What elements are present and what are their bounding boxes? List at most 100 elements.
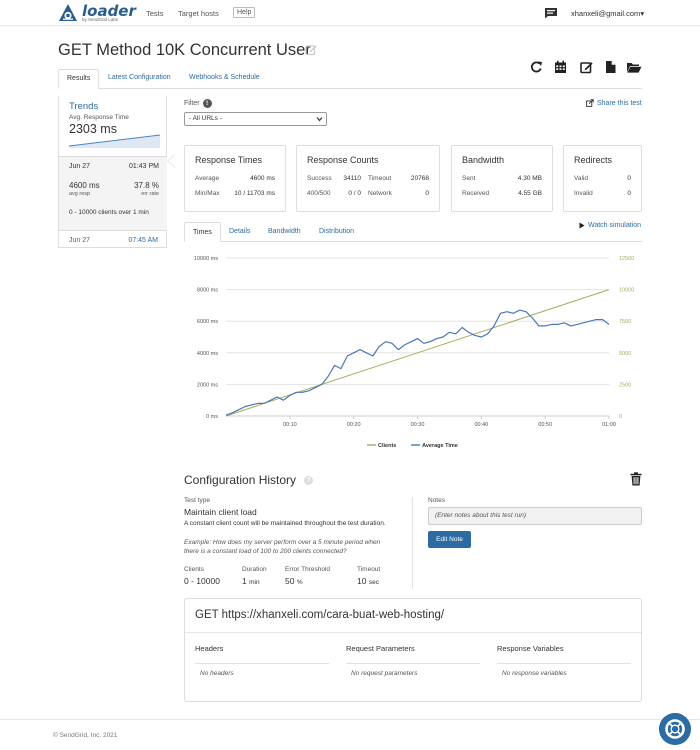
response-vars-divider — [497, 663, 631, 664]
config-help-icon[interactable]: ? — [304, 475, 314, 485]
share-test-label: Share this test — [597, 99, 642, 107]
chat-icon[interactable] — [544, 7, 558, 19]
card-label: Success — [307, 175, 332, 182]
card-value: 4600 ms — [250, 175, 275, 182]
notes-input[interactable]: (Enter notes about this test run) — [428, 507, 642, 525]
response-counts-card: Response Counts Success 34110 Timeout 20… — [296, 145, 440, 212]
play-icon — [579, 222, 585, 229]
card-value: 0 — [627, 175, 631, 182]
trends-panel: Trends Avg. Response Time 2303 ms Jun 27… — [58, 96, 167, 248]
edit-note-button[interactable]: Edit Note — [428, 531, 471, 548]
test-type-description: A constant client count will be maintain… — [184, 520, 386, 527]
brand-logo[interactable]: loader by SendGrid Labs — [58, 3, 136, 23]
card-title: Bandwidth — [462, 155, 505, 165]
y-left-tick-label: 6000 ms — [197, 319, 218, 325]
stat-unit: % — [296, 579, 303, 586]
stat-unit: sec — [368, 579, 379, 586]
y-left-tick-label: 8000 ms — [197, 288, 218, 294]
top-navbar: loader by SendGrid Labs Tests Target hos… — [0, 0, 700, 26]
footer-copyright: © SendGrid, Inc. 2021 — [53, 732, 118, 739]
card-label: 400/500 — [307, 190, 331, 197]
filter-label: Filter ! — [184, 99, 212, 108]
run-err-rate-label: err rate — [141, 191, 159, 197]
run-err-rate: 37.8 % — [134, 181, 159, 190]
stat-value: 50 % — [285, 576, 303, 586]
card-label: Received — [462, 190, 490, 197]
response-vars-title: Response Variables — [497, 644, 564, 653]
share-test-link[interactable]: Share this test — [586, 99, 642, 107]
test-run-card[interactable]: Jun 27 01:43 PM 4600 ms avg resp 37.8 % … — [59, 156, 167, 231]
user-menu[interactable]: xhanxeli@gmail.com▾ — [571, 9, 644, 18]
nav-tests-link[interactable]: Tests — [146, 9, 164, 18]
card-label: Timeout — [368, 175, 392, 182]
nav-help-button[interactable]: Help — [233, 7, 256, 18]
run-time-link[interactable]: 07:45 AM — [128, 237, 158, 244]
tab-times[interactable]: Times — [184, 222, 221, 242]
request-params-empty: No request parameters — [351, 670, 418, 677]
card-value: 4.55 GB — [518, 190, 542, 197]
response-vars-empty: No response variables — [502, 670, 567, 677]
user-email: xhanxeli@gmail.com — [571, 9, 641, 18]
tab-bandwidth[interactable]: Bandwidth — [260, 222, 309, 242]
response-time-chart: 10000 ms 8000 ms 6000 ms 4000 ms 2000 ms 0 ms… — [194, 256, 634, 449]
tab-webhooks-schedule[interactable]: Webhooks & Schedule — [181, 69, 268, 89]
footer: © SendGrid, Inc. 2021 — [0, 719, 700, 750]
legend-label: Clients — [378, 443, 396, 449]
stat-number: 50 — [285, 576, 295, 586]
y-right-tick-label: 7500 — [619, 319, 631, 325]
share-icon — [586, 99, 594, 107]
y-left-tick-label: 2000 ms — [197, 382, 218, 388]
tab-latest-configuration[interactable]: Latest Configuration — [100, 69, 179, 89]
y-left-tick-label: 10000 ms — [194, 256, 218, 262]
tab-results[interactable]: Results — [58, 69, 100, 89]
card-label: Network — [368, 190, 392, 197]
loader-logo-icon — [59, 4, 77, 21]
page-title: GET Method 10K Concurrent User — [58, 41, 311, 59]
stat-label: Clients — [184, 566, 204, 573]
nav-target-hosts-link[interactable]: Target hosts — [178, 9, 219, 18]
trends-subtitle: Avg. Response Time — [69, 114, 129, 121]
y-left-tick-label: 4000 ms — [197, 351, 218, 357]
filter-help-icon[interactable]: ! — [202, 99, 212, 108]
request-card: GET https://xhanxeli.com/cara-buat-web-h… — [184, 598, 642, 702]
card-value: 0 / 0 — [348, 190, 361, 197]
test-type-value: Maintain client load — [184, 507, 257, 517]
legend-label: Average Time — [422, 443, 458, 449]
stat-value: 10 sec — [357, 576, 379, 586]
card-label: Sent — [462, 175, 476, 182]
tab-distribution[interactable]: Distribution — [311, 222, 362, 242]
x-tick-label: 00:40 — [474, 422, 488, 428]
support-lifebuoy-icon[interactable] — [659, 713, 691, 745]
card-label: Min/Max — [195, 190, 220, 197]
config-divider — [412, 497, 413, 589]
card-title: Response Times — [195, 155, 263, 165]
bandwidth-card: Bandwidth Sent 4.30 MB Received 4.55 GB — [451, 145, 553, 212]
stat-label: Error Threshold — [285, 566, 331, 573]
tab-details[interactable]: Details — [221, 222, 258, 242]
config-history-title-text: Configuration History — [184, 473, 297, 487]
y-right-tick-label: 0 — [619, 414, 622, 420]
notch-inner — [168, 155, 175, 167]
watch-simulation-link[interactable]: Watch simulation — [579, 222, 641, 229]
headers-divider — [195, 663, 329, 664]
card-value: 0 — [425, 190, 429, 197]
card-value: 20768 — [410, 175, 429, 182]
request-url: GET https://xhanxeli.com/cara-buat-web-h… — [195, 609, 445, 621]
chart-tabs: Times Details Bandwidth Distribution — [184, 222, 642, 242]
y-right-tick-label: 12500 — [619, 256, 634, 262]
stat-number: 0 - 10000 — [184, 576, 220, 586]
run-avg-resp-label: avg resp — [69, 191, 91, 197]
request-params-divider — [346, 663, 480, 664]
y-left-tick-label: 0 ms — [206, 414, 218, 420]
watch-simulation-label: Watch simulation — [588, 222, 642, 229]
notes-label: Notes — [428, 497, 445, 504]
stat-label: Timeout — [357, 566, 381, 573]
edit-title-icon[interactable] — [305, 44, 317, 56]
run-avg-resp: 4600 ms — [69, 181, 100, 190]
run-date-link[interactable]: Jun 27 — [69, 237, 90, 244]
url-filter-select[interactable]: - All URLs - — [184, 112, 327, 126]
stat-value: 1 min — [242, 576, 260, 586]
run-date: Jun 27 — [69, 163, 91, 170]
stat-value: 0 - 10000 — [184, 576, 220, 586]
trash-icon[interactable] — [630, 472, 642, 486]
